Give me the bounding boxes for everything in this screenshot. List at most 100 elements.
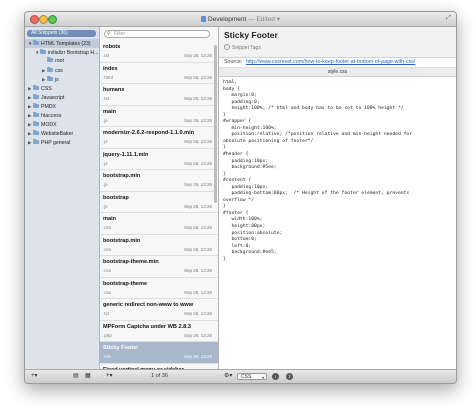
snippet-extension: .css [103, 225, 112, 230]
snippet-name: robots [103, 44, 121, 50]
chevron-down-icon: ▾ [261, 375, 264, 380]
gear-icon[interactable]: ⚙▾ [224, 373, 232, 380]
filter-placeholder: Filter [114, 31, 126, 37]
sidebar-folder-item[interactable]: ▶ js [25, 75, 99, 84]
code-line: } [223, 256, 226, 262]
edited-indicator[interactable]: — Edited ▾ [248, 16, 280, 23]
folder-icon [47, 76, 53, 81]
snippet-name: index [103, 65, 118, 72]
snippet-list-item[interactable]: index .html Sep 26, 13:26 [100, 63, 218, 84]
language-select[interactable]: CSS ▾ [237, 373, 267, 380]
snippet-extension: .txt [103, 53, 110, 58]
sidebar-toolbar: +▾ ▤ ▦ [25, 369, 100, 383]
snippet-date: Sep 26, 13:26 [183, 246, 212, 252]
grid-toggle-icon[interactable]: ▦ [85, 373, 91, 380]
snippet-list-item[interactable]: bootstrap .js Sep 26, 13:26 [100, 192, 218, 213]
snippet-extension: .js [103, 139, 108, 144]
sidebar-folder-label: MODX [41, 122, 57, 128]
fullscreen-icon[interactable]: ⤢ [445, 15, 452, 22]
sidebar-folder-label: js [55, 77, 59, 83]
snippet-list-item[interactable]: modernizr-2.6.2-respond-1.1.0.min .js Sep … [100, 127, 218, 149]
snippet-name: bootstrap [103, 194, 129, 201]
file-tab-style-css[interactable]: style.css [219, 69, 456, 75]
snippet-date: Sep 26, 13:26 [183, 268, 212, 273]
snippet-extension: .html [103, 74, 113, 80]
info-icon[interactable]: i [272, 373, 279, 380]
add-folder-button[interactable]: +▾ [31, 373, 38, 380]
snippet-date: Sep 26, 13:26 [183, 117, 212, 123]
snippet-list-item[interactable]: humans .txt Sep 26, 13:26 [100, 84, 218, 106]
snippet-name: jquery-1.11.1.min [103, 151, 149, 158]
sidebar-folder-label: PMDX [41, 104, 56, 110]
sidebar-folder-label: Javascript [41, 95, 65, 101]
sidebar-folder-item[interactable]: ▶ PHP general [25, 138, 99, 147]
snippet-list-item[interactable]: jquery-1.11.1.min .js Sep 26, 13:26 [100, 149, 218, 170]
snippet-name: bootstrap-theme.min [103, 259, 159, 265]
snippet-name: generic redirect non-www to www [103, 302, 194, 308]
snippet-tags-field[interactable]: Snippet Tags [224, 44, 261, 51]
snippet-extension: .css [103, 289, 112, 295]
sidebar-folder-item[interactable]: ▶ css [25, 66, 99, 75]
source-label: Source: [224, 59, 243, 65]
sidebar-folder-label: htaccess [41, 113, 62, 119]
sidebar-folder-item[interactable]: ▼ HTML Templates (23) [25, 39, 99, 48]
sidebar-folder-item[interactable]: ▼ initializr Bootstrap H... [25, 48, 99, 57]
folder-icon [33, 121, 39, 126]
snippet-list-item[interactable]: bootstrap-theme.min .css Sep 26, 13:26 [100, 256, 218, 278]
snippet-list-item[interactable]: main .js Sep 26, 13:26 [100, 106, 218, 127]
snippet-list-item[interactable]: bootstrap-theme .css Sep 26, 13:26 [100, 278, 218, 299]
snippet-extension: .txt [103, 96, 110, 101]
folder-icon [33, 130, 39, 135]
folder-icon [33, 103, 39, 108]
folder-icon [47, 57, 53, 62]
snippet-extension: .txt [103, 311, 110, 316]
snippet-name: humans [103, 87, 125, 93]
snippet-list-item[interactable]: main .css Sep 26, 13:26 [100, 213, 218, 235]
snippet-extension: .css [103, 246, 112, 252]
sidebar-folder-item[interactable]: ▶ WebsiteBaker [25, 129, 99, 138]
tag-icon [224, 44, 230, 50]
snippet-list: robots .txt Sep 26, 13:26 index .html Sep 26,… [100, 41, 218, 370]
snippet-list-item[interactable]: Sticky Footer .css Sep 26, 13:26 [100, 342, 218, 364]
sidebar-folder-item[interactable]: ▶ htaccess [25, 111, 99, 120]
snippet-date: Sep 26, 13:26 [183, 53, 212, 58]
snippet-detail-pane: Sticky Footer Snippet Tags Source: http:… [219, 27, 456, 370]
file-tab-bar: style.css [219, 68, 456, 77]
snippet-name: bootstrap.min [103, 237, 141, 244]
snippet-extension: .php [103, 332, 112, 338]
folder-icon [47, 67, 53, 72]
code-editor[interactable]: html, body { margin:0; padding:0; height:… [223, 80, 454, 263]
sidebar-folder-item[interactable]: ▶ Javascript [25, 93, 99, 102]
filter-input[interactable]: ⚲ Filter [104, 30, 210, 38]
folder-icon [33, 85, 39, 90]
folder-icon [33, 94, 39, 99]
source-url-link[interactable]: http://www.cssreset.com/how-to-keep-foot… [246, 59, 415, 65]
snippet-extension: .css [103, 354, 112, 359]
snippet-date: Sep 26, 13:26 [183, 182, 212, 187]
sidebar-folder-item[interactable]: ▶ PMDX [25, 102, 99, 111]
snippet-list-item[interactable]: bootstrap.min .css Sep 26, 13:26 [100, 235, 218, 256]
snippet-list-item[interactable]: robots .txt Sep 26, 13:26 [100, 41, 218, 63]
app-window: Development — Edited ▾ ⤢ All Snippets (3… [24, 11, 457, 384]
sidebar-folder-item[interactable]: ▶ CSS [25, 84, 99, 93]
sidebar-folder-item[interactable]: root [25, 57, 99, 66]
snippet-list-item[interactable]: generic redirect non-www to www .txt Sep 2… [100, 299, 218, 321]
title-bar: Development — Edited ▾ ⤢ [25, 12, 456, 27]
snippet-date: Sep 26, 13:26 [183, 203, 212, 209]
share-icon[interactable]: ⇪ [286, 373, 293, 380]
view-toggle-icon[interactable]: ▤ [73, 373, 79, 380]
snippet-list-item[interactable]: bootstrap.min .js Sep 26, 13:26 [100, 170, 218, 192]
sidebar-folder-label: root [55, 58, 64, 64]
snippet-date: Sep 26, 13:26 [183, 332, 212, 338]
snippet-extension: .css [103, 268, 112, 273]
all-snippets-item[interactable]: All Snippets (36) [27, 30, 96, 37]
snippet-list-item[interactable]: MPForm Captcha under WB 2.8.3 .php Sep 26,… [100, 321, 218, 342]
list-scrollbar[interactable] [214, 45, 217, 203]
list-toolbar: +▾ 1 of 36 [100, 369, 219, 383]
folder-icon [40, 49, 46, 54]
snippet-extension: .js [103, 160, 108, 166]
sidebar-folder-item[interactable]: ▶ MODX [25, 120, 99, 129]
snippet-title[interactable]: Sticky Footer [224, 30, 278, 40]
snippet-name: modernizr-2.6.2-respond-1.1.0.min [103, 130, 195, 136]
sidebar-folder-label: PHP general [41, 140, 71, 146]
